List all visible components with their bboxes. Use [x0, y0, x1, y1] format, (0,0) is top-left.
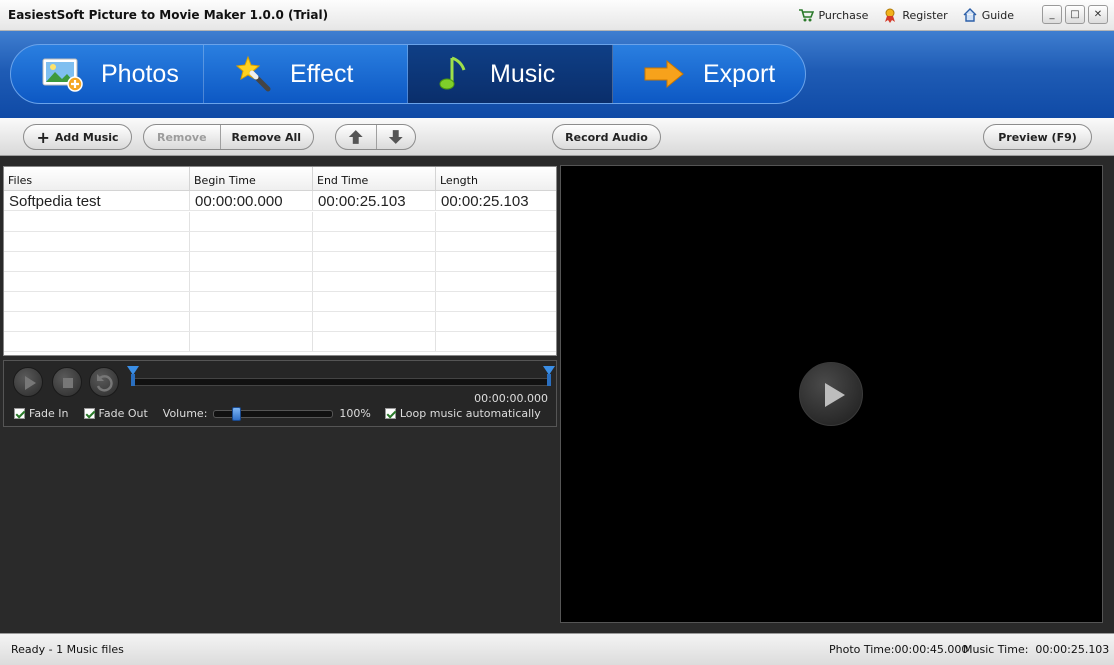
- table-row: [4, 252, 556, 272]
- status-text: Ready - 1 Music files: [11, 643, 124, 656]
- register-link[interactable]: Register: [882, 7, 948, 23]
- table-row: [4, 232, 556, 252]
- table-row[interactable]: Softpedia test 00:00:00.000 00:00:25.103…: [4, 191, 556, 211]
- status-bar: Ready - 1 Music files Photo Time:00:00:4…: [0, 633, 1114, 665]
- register-label: Register: [902, 8, 948, 22]
- tab-photos-label: Photos: [101, 59, 179, 88]
- remove-button-group: Remove Remove All: [143, 124, 314, 150]
- cell-length: 00:00:25.103: [441, 193, 529, 210]
- column-end-time[interactable]: End Time: [313, 167, 436, 190]
- photo-add-icon: [42, 58, 83, 92]
- audio-options: Fade In Fade Out Volume: 100% Loop music…: [14, 406, 541, 421]
- fade-in-checkbox[interactable]: [14, 408, 25, 419]
- volume-slider-knob[interactable]: [232, 406, 242, 421]
- toolbar: + Add Music Remove Remove All Record Aud…: [0, 118, 1114, 156]
- stop-icon: [63, 378, 73, 388]
- register-icon: [885, 8, 896, 23]
- guide-link[interactable]: Guide: [962, 7, 1014, 23]
- music-note-icon: [439, 56, 466, 90]
- add-music-label: Add Music: [54, 130, 119, 144]
- cell-begin-time: 00:00:00.000: [190, 191, 313, 210]
- play-icon: [25, 376, 36, 390]
- guide-label: Guide: [981, 8, 1014, 22]
- volume-label: Volume:: [162, 407, 208, 420]
- tab-photos[interactable]: Photos: [11, 45, 204, 103]
- divider: [220, 125, 221, 149]
- tab-effect[interactable]: Effect: [204, 45, 408, 103]
- loop-checkbox[interactable]: [384, 408, 396, 419]
- minimize-button[interactable]: _: [1042, 5, 1062, 24]
- column-begin-time[interactable]: Begin Time: [190, 167, 313, 190]
- cell-end-time: 00:00:25.103: [313, 191, 436, 210]
- preview-play-button[interactable]: [799, 362, 863, 426]
- volume-value: 100%: [339, 407, 371, 420]
- video-preview: [560, 165, 1103, 623]
- column-files[interactable]: Files: [4, 167, 190, 190]
- header: Photos Effect Music Export: [0, 31, 1114, 118]
- table-header: Files Begin Time End Time Length: [4, 167, 556, 191]
- play-icon: [825, 383, 845, 407]
- cell-file: Softpedia test: [4, 191, 190, 210]
- end-marker-handle[interactable]: [542, 365, 556, 387]
- audio-player: 00:00:00.000 Fade In Fade Out Volume: 10…: [3, 360, 557, 427]
- divider: [376, 125, 377, 149]
- photo-time: Photo Time:00:00:45.000: [829, 643, 969, 656]
- title-bar: EasiestSoft Picture to Movie Maker 1.0.0…: [0, 0, 1114, 31]
- volume-slider[interactable]: [213, 406, 334, 421]
- tab-music[interactable]: Music: [408, 45, 613, 103]
- rewind-icon: [96, 374, 113, 392]
- remove-all-button[interactable]: Remove All: [220, 131, 313, 144]
- add-music-button[interactable]: + Add Music: [23, 124, 132, 150]
- preview-button[interactable]: Preview (F9): [983, 124, 1092, 150]
- table-row: [4, 312, 556, 332]
- stop-button[interactable]: [52, 367, 82, 397]
- window-title: EasiestSoft Picture to Movie Maker 1.0.0…: [8, 8, 329, 22]
- table-row: [4, 212, 556, 232]
- cart-icon: [799, 9, 815, 22]
- record-audio-button[interactable]: Record Audio: [552, 124, 661, 150]
- start-marker-handle[interactable]: [126, 365, 140, 387]
- main-nav: Photos Effect Music Export: [10, 44, 806, 104]
- loop-label: Loop music automatically: [399, 407, 541, 420]
- arrow-right-icon: [644, 59, 684, 89]
- fade-out-checkbox[interactable]: [83, 408, 95, 419]
- table-row: [4, 272, 556, 292]
- music-time: Music Time: 00:00:25.103: [963, 643, 1110, 656]
- purchase-label: Purchase: [818, 8, 869, 22]
- tab-export-label: Export: [703, 59, 776, 88]
- window-controls: _ □ ✕: [1042, 5, 1108, 24]
- table-row: [4, 292, 556, 312]
- tab-export[interactable]: Export: [613, 45, 805, 103]
- fade-out-label: Fade Out: [98, 407, 148, 420]
- rewind-button[interactable]: [89, 367, 119, 397]
- close-button[interactable]: ✕: [1088, 5, 1108, 24]
- seek-track[interactable]: [131, 378, 551, 386]
- tab-music-label: Music: [490, 59, 556, 88]
- fade-in-label: Fade In: [29, 407, 69, 420]
- play-button[interactable]: [13, 367, 43, 397]
- purchase-link[interactable]: Purchase: [798, 7, 868, 23]
- playback-timecode: 00:00:00.000: [474, 392, 548, 405]
- maximize-button[interactable]: □: [1065, 5, 1085, 24]
- top-links: Purchase Register Guide: [798, 7, 1014, 23]
- magic-wand-icon: [235, 55, 271, 92]
- remove-button[interactable]: Remove: [144, 131, 220, 144]
- order-button-group: [335, 124, 416, 150]
- column-length[interactable]: Length: [436, 167, 556, 190]
- tab-effect-label: Effect: [290, 59, 354, 88]
- move-down-button[interactable]: [376, 125, 416, 149]
- table-row: [4, 332, 556, 352]
- plus-icon: +: [36, 127, 50, 147]
- home-icon: [963, 8, 977, 22]
- music-file-list[interactable]: Files Begin Time End Time Length Softped…: [3, 166, 557, 356]
- move-up-button[interactable]: [336, 125, 376, 149]
